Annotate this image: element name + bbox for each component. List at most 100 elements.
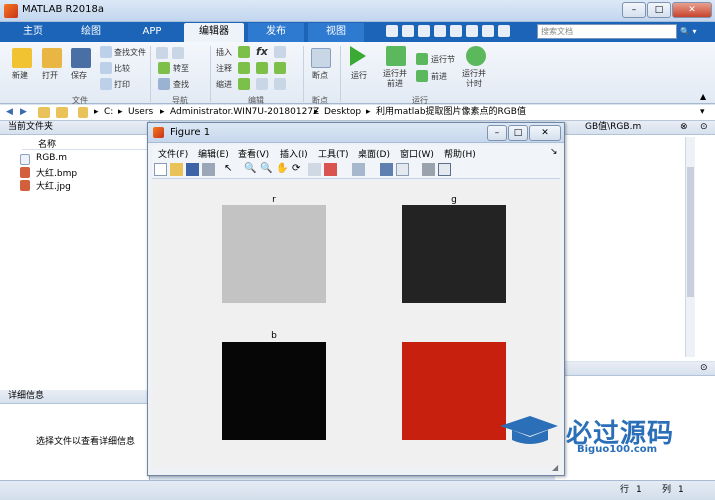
file-row[interactable]: 大红.bmp <box>8 166 148 179</box>
menu-desktop[interactable]: 桌面(D) <box>358 147 390 160</box>
maximize-button[interactable]: □ <box>647 2 671 18</box>
help-quick-icon[interactable] <box>498 25 510 37</box>
insert-function-icon[interactable] <box>274 46 286 58</box>
decrease-indent-icon[interactable] <box>274 78 286 90</box>
new-icon[interactable] <box>12 48 32 68</box>
data-cursor-icon[interactable] <box>308 163 321 176</box>
collapse-ribbon-icon[interactable]: ▲ <box>700 92 706 101</box>
save-figure-icon[interactable] <box>186 163 199 176</box>
open-label[interactable]: 打开 <box>42 70 58 81</box>
insert-button[interactable]: 插入 <box>216 47 232 58</box>
save-label[interactable]: 保存 <box>71 70 87 81</box>
menu-help[interactable]: 帮助(H) <box>444 147 476 160</box>
run-and-time-button[interactable]: 运行并 计时 <box>462 69 486 89</box>
run-button[interactable]: 运行 <box>351 70 367 81</box>
save-icon[interactable] <box>71 48 91 68</box>
path-segment[interactable]: 利用matlab提取图片像素点的RGB值 <box>376 105 526 120</box>
column-header-name[interactable]: 名称 <box>22 137 148 150</box>
back-arrow-icon[interactable]: ◀ <box>6 105 13 120</box>
tab-home[interactable]: 主页 <box>8 23 58 42</box>
tab-apps[interactable]: APP <box>124 23 180 42</box>
undo-icon[interactable] <box>450 25 462 37</box>
figure-canvas[interactable]: r g b <box>152 181 560 467</box>
find-files-button[interactable]: 查找文件 <box>114 47 146 58</box>
pan-hand-icon[interactable]: ✋ <box>276 163 289 176</box>
browse-folder-icon[interactable] <box>56 107 68 118</box>
figure-minimize-button[interactable]: – <box>487 125 507 141</box>
menu-edit[interactable]: 编辑(E) <box>198 147 229 160</box>
insert-section-icon[interactable] <box>238 46 250 58</box>
run-icon[interactable] <box>350 46 366 66</box>
redo-icon[interactable] <box>466 25 478 37</box>
save-quick-icon[interactable] <box>386 25 398 37</box>
path-segment[interactable]: Administrator.WIN7U-20180127Z <box>170 105 319 120</box>
address-dropdown-icon[interactable]: ▾ <box>700 105 705 120</box>
hide-plot-tools-icon[interactable] <box>422 163 435 176</box>
forward-arrow-icon[interactable]: ▶ <box>20 105 27 120</box>
search-docs-input[interactable]: 搜索文档 <box>537 24 677 39</box>
colorbar-icon[interactable] <box>380 163 393 176</box>
copy-icon[interactable] <box>418 25 430 37</box>
figure-close-button[interactable]: ✕ <box>529 125 561 141</box>
wrap-comment-icon[interactable] <box>274 62 286 74</box>
increase-indent-icon[interactable] <box>256 78 268 90</box>
path-drive[interactable]: C: <box>104 105 113 120</box>
tab-publish[interactable]: 发布 <box>248 23 304 42</box>
comment-icon[interactable] <box>238 62 250 74</box>
print-figure-icon[interactable] <box>202 163 215 176</box>
scrollbar-thumb[interactable] <box>687 167 694 297</box>
goto-button[interactable]: 转至 <box>173 63 189 74</box>
run-advance-button[interactable]: 运行并 前进 <box>383 69 407 89</box>
tab-view[interactable]: 视图 <box>308 23 364 42</box>
editor-tab[interactable]: GB值\RGB.m <box>555 121 715 135</box>
workspace-menu-icon[interactable]: ⊙ <box>700 363 708 373</box>
print-button[interactable]: 打印 <box>114 79 130 90</box>
tab-editor[interactable]: 编辑器 <box>184 23 244 42</box>
run-advance-icon[interactable] <box>386 46 406 66</box>
file-row[interactable]: RGB.m <box>8 153 148 166</box>
open-file-icon[interactable] <box>170 163 183 176</box>
zoom-out-icon[interactable]: 🔍 <box>260 163 273 176</box>
comment-button[interactable]: 注释 <box>216 63 232 74</box>
link-plot-icon[interactable] <box>352 163 365 176</box>
menu-dock-icon[interactable]: ↘ <box>550 147 558 157</box>
new-figure-icon[interactable] <box>154 163 167 176</box>
menu-file[interactable]: 文件(F) <box>158 147 188 160</box>
search-icon[interactable]: 🔍 ▾ <box>680 24 710 39</box>
path-segment[interactable]: Desktop <box>324 105 361 120</box>
forward-nav-icon[interactable] <box>172 47 184 59</box>
minimize-button[interactable]: – <box>622 2 646 18</box>
pointer-icon[interactable]: ↖ <box>224 163 237 176</box>
up-folder-icon[interactable] <box>38 107 50 118</box>
path-segment[interactable]: Users <box>128 105 153 120</box>
find-button[interactable]: 查找 <box>173 79 189 90</box>
close-button[interactable]: ✕ <box>672 2 712 18</box>
fx-button[interactable]: fx <box>256 45 268 58</box>
new-label[interactable]: 新建 <box>12 70 28 81</box>
cut-icon[interactable] <box>402 25 414 37</box>
close-editor-icon[interactable]: ⊗ <box>680 122 688 132</box>
switch-windows-icon[interactable] <box>482 25 494 37</box>
advance-button[interactable]: 前进 <box>431 71 447 82</box>
menu-window[interactable]: 窗口(W) <box>400 147 434 160</box>
menu-tools[interactable]: 工具(T) <box>318 147 349 160</box>
breakpoints-button[interactable]: 断点 <box>312 70 328 81</box>
show-plot-tools-icon[interactable] <box>438 163 451 176</box>
file-row[interactable]: 大红.jpg <box>8 179 148 192</box>
indent-button[interactable]: 缩进 <box>216 79 232 90</box>
run-section-button[interactable]: 运行节 <box>431 54 455 65</box>
brush-icon[interactable] <box>324 163 337 176</box>
open-folder-icon[interactable] <box>42 48 62 68</box>
back-nav-icon[interactable] <box>156 47 168 59</box>
compare-button[interactable]: 比较 <box>114 63 130 74</box>
menu-insert[interactable]: 插入(I) <box>280 147 308 160</box>
uncomment-icon[interactable] <box>256 62 268 74</box>
breakpoints-icon[interactable] <box>311 48 331 68</box>
figure-maximize-button[interactable]: □ <box>508 125 528 141</box>
menu-view[interactable]: 查看(V) <box>238 147 269 160</box>
editor-scrollbar[interactable] <box>685 137 695 357</box>
zoom-in-icon[interactable]: 🔍 <box>244 163 257 176</box>
run-and-time-icon[interactable] <box>466 46 486 66</box>
paste-icon[interactable] <box>434 25 446 37</box>
smart-indent-icon[interactable] <box>238 78 250 90</box>
